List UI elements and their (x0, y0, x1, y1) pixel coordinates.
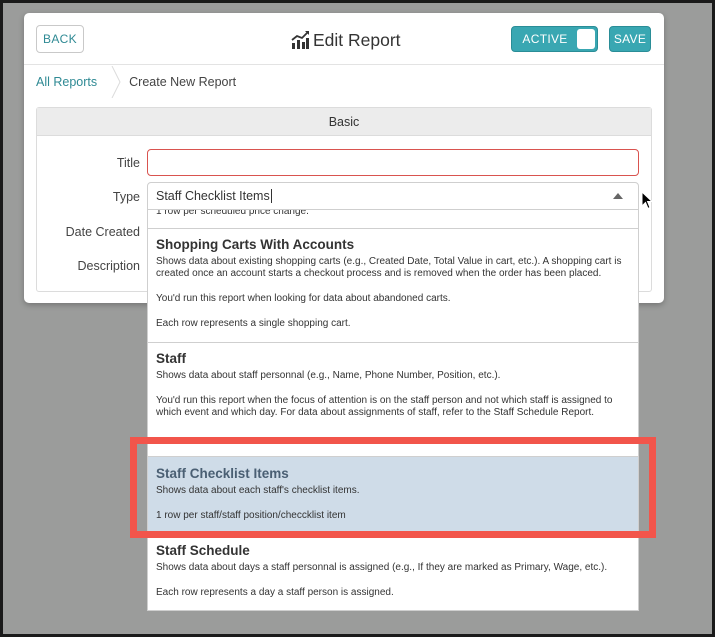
active-toggle[interactable]: ACTIVE (511, 26, 598, 52)
option-title: Shopping Carts With Accounts (156, 237, 355, 252)
chart-trend-icon (291, 31, 309, 49)
dropdown-option-shopping-carts[interactable]: Shopping Carts With Accounts Shows data … (148, 229, 638, 343)
text-caret (270, 189, 272, 203)
option-title: Staff Schedule (156, 543, 250, 558)
option-line: created once an account starts a checkou… (156, 268, 602, 279)
title-input[interactable] (147, 149, 639, 176)
option-line: Shows data about existing shopping carts… (156, 256, 622, 267)
card-header: BACK Edit Report ACTIVE SAVE (24, 13, 664, 65)
dropdown-option[interactable]: 1 row per scheduled price change. (148, 210, 638, 229)
type-select-value: Staff Checklist Items (156, 189, 270, 203)
breadcrumb-all-reports[interactable]: All Reports (36, 75, 97, 89)
dropdown-option-staff-schedule[interactable]: Staff Schedule Shows data about days a s… (148, 535, 638, 610)
mouse-cursor-icon (641, 191, 653, 210)
breadcrumb-current: Create New Report (129, 75, 237, 89)
type-label: Type (112, 190, 140, 204)
breadcrumb: All Reports Create New Report (24, 66, 664, 98)
page-title-group: Edit Report (290, 28, 401, 52)
type-select[interactable]: Staff Checklist Items (147, 182, 639, 210)
date-created-label: Date Created (65, 225, 140, 239)
option-line: You'd run this report when the focus of … (156, 395, 613, 406)
page-title: Edit Report (313, 29, 401, 50)
option-line: You'd run this report when looking for d… (156, 293, 451, 304)
option-line: Each row represents a day a staff person… (156, 587, 394, 598)
description-label: Description (77, 259, 140, 273)
save-button[interactable]: SAVE (609, 26, 651, 52)
section-heading: Basic (37, 108, 651, 136)
option-line: Shows data about days a staff personnal … (156, 562, 608, 573)
option-line: 1 row per scheduled price change. (156, 210, 309, 217)
title-label: Title (116, 156, 140, 170)
active-toggle-label: ACTIVE (522, 32, 568, 46)
option-line: which event and which day. For data abou… (156, 407, 595, 418)
option-line: Shows data about staff personnal (e.g., … (156, 370, 501, 381)
option-title: Staff (156, 351, 186, 366)
highlight-annotation-box (130, 437, 656, 538)
toggle-knob (577, 29, 595, 49)
option-line: Each row represents a single shopping ca… (156, 318, 351, 329)
type-dropdown-list[interactable]: 1 row per scheduled price change. Shoppi… (147, 210, 639, 611)
chevron-up-icon[interactable] (613, 193, 623, 199)
chevron-right-icon (111, 66, 121, 98)
back-button[interactable]: BACK (36, 25, 84, 53)
